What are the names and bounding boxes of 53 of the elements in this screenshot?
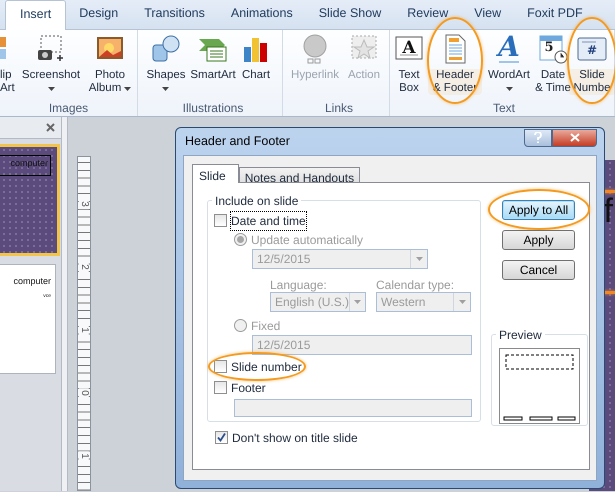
help-button[interactable]: [524, 128, 552, 146]
ribbon-button-label[interactable]: Screenshot: [22, 69, 80, 91]
ribbon-tab[interactable]: Foxit PDF: [514, 0, 596, 29]
ribbon-tab[interactable]: Slide Show: [306, 0, 394, 29]
caret-icon: [416, 257, 422, 261]
checkbox[interactable]: [214, 214, 227, 227]
dialog-tab[interactable]: Notes and Handouts: [238, 167, 360, 182]
dialog-button[interactable]: Apply to All: [502, 200, 575, 220]
field-label: Language:: [270, 277, 328, 292]
close-button[interactable]: [552, 128, 597, 146]
ribbon-button-label[interactable]: SmartArt: [190, 69, 236, 82]
checkbox-label[interactable]: Don't show on title slide: [232, 428, 358, 446]
checkbox-label[interactable]: Date and time: [231, 212, 306, 230]
ruler-number: 1: [79, 324, 89, 334]
caret-icon: [354, 300, 362, 304]
checkbox[interactable]: [215, 431, 228, 444]
ruler-number: 3: [79, 198, 89, 208]
checkbox-label[interactable]: Footer: [231, 378, 266, 396]
ruler-number: 1: [79, 450, 89, 460]
dialog-button[interactable]: Apply: [502, 230, 575, 250]
ribbon-button-label[interactable]: Date & Time: [535, 69, 571, 95]
ribbon-button-label[interactable]: Photo Album: [88, 69, 132, 95]
ribbon-tab[interactable]: Transitions: [131, 0, 218, 29]
ribbon-tab[interactable]: Animations: [218, 0, 306, 29]
dialog-button[interactable]: Cancel: [502, 260, 575, 280]
ribbon-button-label[interactable]: lip Art: [0, 69, 15, 95]
ribbon-button-label[interactable]: WordArt: [488, 69, 530, 91]
checkbox-label[interactable]: Slide number: [231, 358, 302, 376]
ruler-number: 2: [79, 262, 89, 272]
close-icon[interactable]: [46, 123, 55, 132]
dialog-tab[interactable]: Slide: [192, 164, 239, 183]
checkbox[interactable]: [214, 360, 227, 373]
slide-text: computer: [0, 155, 51, 176]
ribbon-tab[interactable]: Review: [394, 0, 462, 29]
slide-text: computer: [12, 275, 52, 288]
group-label: Images: [48, 100, 90, 116]
close-icon: [570, 133, 580, 142]
ribbon-button-label[interactable]: Text Box: [398, 69, 420, 95]
ribbon-tab[interactable]: Insert: [5, 0, 66, 30]
ruler-number: 0: [79, 388, 89, 398]
group-label: Links: [324, 100, 354, 116]
caret-icon: [458, 300, 466, 304]
group-label: Illustrations: [182, 100, 244, 116]
group-label: Text: [492, 100, 516, 116]
window-title: Header and Footer: [184, 133, 291, 150]
ribbon-tab[interactable]: View: [461, 0, 514, 29]
ribbon-button-label[interactable]: Chart: [242, 69, 270, 82]
checkbox[interactable]: [214, 381, 227, 394]
ribbon-tab[interactable]: Design: [66, 0, 132, 29]
slide-text: f: [602, 193, 614, 229]
field-label: Calendar type:: [376, 277, 456, 292]
ribbon-button-label[interactable]: Shapes: [146, 69, 186, 91]
help-icon: [534, 132, 542, 143]
